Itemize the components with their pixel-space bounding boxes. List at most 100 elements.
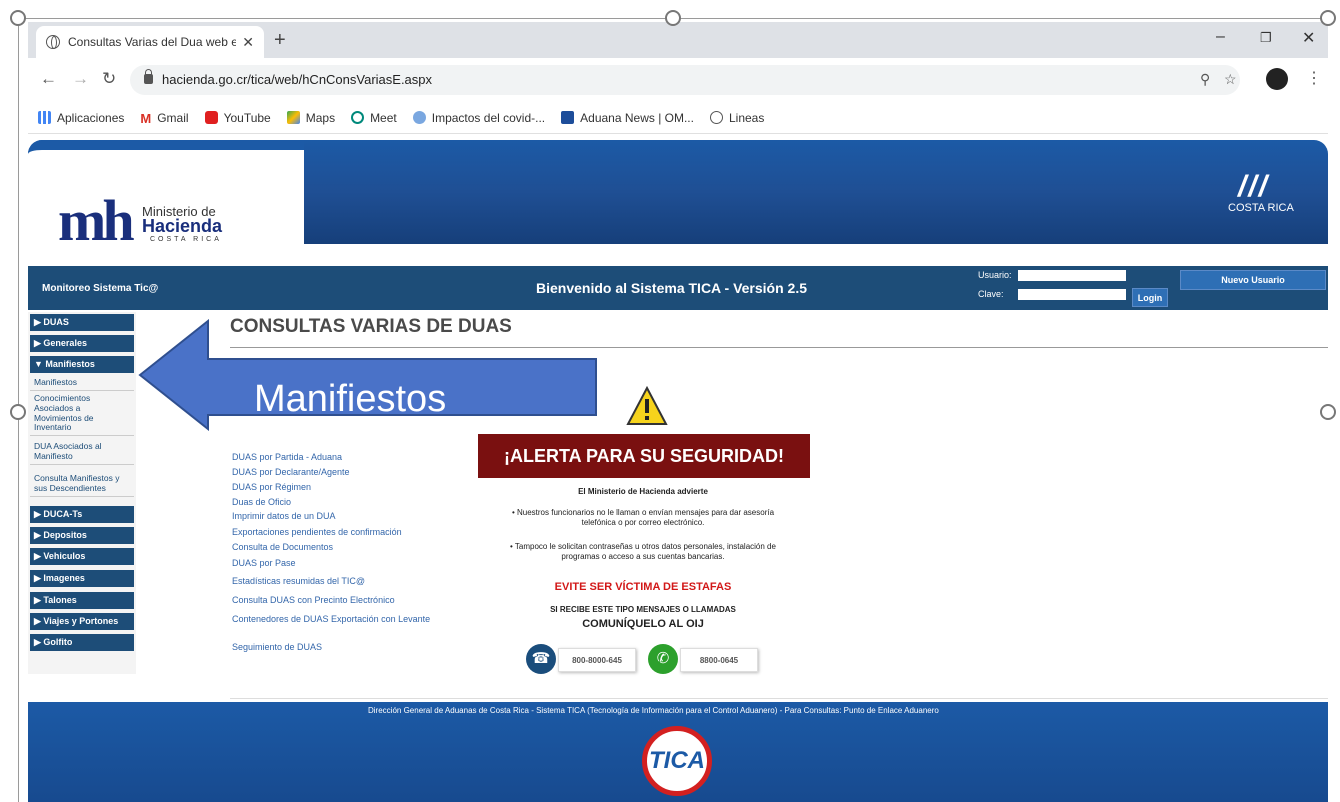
lock-icon bbox=[144, 69, 153, 84]
sidebar-item-generales[interactable]: ▶ Generales bbox=[30, 335, 134, 352]
warning-icon bbox=[626, 386, 668, 425]
apps-icon bbox=[38, 111, 51, 124]
alert-line-1: El Ministerio de Hacienda advierte bbox=[578, 487, 708, 496]
bookmark-lineas[interactable]: Lineas bbox=[709, 111, 764, 125]
clave-input[interactable] bbox=[1018, 289, 1126, 300]
maps-icon bbox=[286, 111, 300, 124]
profile-avatar[interactable] bbox=[1266, 68, 1288, 90]
gmail-icon: M bbox=[140, 111, 152, 126]
sidebar-item-vehiculos[interactable]: ▶ Vehiculos bbox=[30, 548, 134, 565]
resize-handle-top-right[interactable] bbox=[1320, 10, 1336, 26]
tab-bar: Consultas Varias del Dua web ext ✕ + – ❐… bbox=[28, 22, 1328, 58]
web-page: mh Ministerio de Hacienda COSTA RICA ///… bbox=[28, 140, 1328, 802]
phone-icon: ☎ bbox=[526, 644, 556, 674]
usuario-input[interactable] bbox=[1018, 270, 1126, 281]
address-bar[interactable]: hacienda.go.cr/tica/web/hCnConsVariasE.a… bbox=[130, 65, 1240, 95]
link-contenedores-exportacion[interactable]: Contenedores de DUAS Exportación con Lev… bbox=[232, 614, 430, 624]
globe-icon bbox=[46, 35, 60, 49]
bookmarks-bar: Aplicaciones M Gmail YouTube Maps Meet Im… bbox=[28, 102, 1328, 134]
reload-icon[interactable]: ↻ bbox=[102, 69, 116, 89]
sidebar-subitem-dua-asociados[interactable]: DUA Asociados al Manifiesto bbox=[30, 440, 134, 465]
impactos-icon bbox=[412, 111, 426, 124]
minimize-icon[interactable]: – bbox=[1216, 28, 1225, 46]
security-alert-banner: ¡ALERTA PARA SU SEGURIDAD! bbox=[478, 434, 810, 478]
resize-handle-middle-left[interactable] bbox=[10, 404, 26, 420]
link-estadisticas-resumidas[interactable]: Estadísticas resumidas del TIC@ bbox=[232, 576, 365, 586]
monitoreo-link[interactable]: Monitoreo Sistema Tic@ bbox=[42, 283, 158, 294]
url-text: hacienda.go.cr/tica/web/hCnConsVariasE.a… bbox=[162, 72, 433, 87]
menu-icon[interactable]: ⋮ bbox=[1306, 68, 1322, 88]
logo-line-3: COSTA RICA bbox=[150, 236, 222, 243]
globe-icon bbox=[709, 111, 723, 124]
browser-toolbar: ← → ↻ hacienda.go.cr/tica/web/hCnConsVar… bbox=[28, 58, 1328, 102]
sidebar-item-duas[interactable]: ▶ DUAS bbox=[30, 314, 134, 331]
sidebar-item-duca-ts[interactable]: ▶ DUCA-Ts bbox=[30, 506, 134, 523]
sidebar-item-depositos[interactable]: ▶ Depositos bbox=[30, 527, 134, 544]
bookmark-youtube[interactable]: YouTube bbox=[204, 111, 271, 125]
logo-line-2: Hacienda bbox=[142, 216, 223, 236]
alert-line-4: EVITE SER VÍCTIMA DE ESTAFAS bbox=[554, 581, 732, 593]
link-consulta-documentos[interactable]: Consulta de Documentos bbox=[232, 542, 333, 552]
link-duas-por-pase[interactable]: DUAS por Pase bbox=[232, 558, 296, 568]
annotation-label: Manifiestos bbox=[254, 378, 447, 420]
sidebar-subitem-consulta-manifiestos[interactable]: Consulta Manifiestos y sus Descendientes bbox=[30, 472, 134, 497]
resize-handle-middle-right[interactable] bbox=[1320, 404, 1336, 420]
sidebar-item-talones[interactable]: ▶ Talones bbox=[30, 592, 134, 609]
phone-number-1: 800-8000-645 bbox=[558, 648, 636, 672]
bookmark-gmail[interactable]: M Gmail bbox=[140, 111, 188, 127]
browser-tab[interactable]: Consultas Varias del Dua web ext ✕ bbox=[36, 26, 264, 58]
sidebar-subitem-conocimientos[interactable]: Conocimientos Asociados a Movimientos de… bbox=[30, 392, 134, 437]
alert-line-5: SI RECIBE ESTE TIPO MENSAJES O LLAMADAS bbox=[550, 605, 736, 614]
meet-icon bbox=[351, 111, 365, 124]
alert-line-2: • Nuestros funcionarios no le llaman o e… bbox=[511, 508, 775, 528]
sidebar-item-manifiestos[interactable]: ▼ Manifiestos bbox=[30, 356, 134, 373]
link-duas-de-oficio[interactable]: Duas de Oficio bbox=[232, 497, 291, 507]
login-button[interactable]: Login bbox=[1132, 288, 1168, 307]
alert-line-3: • Tampoco le solicitan contraseñas u otr… bbox=[510, 542, 776, 562]
link-seguimiento-duas[interactable]: Seguimiento de DUAS bbox=[232, 642, 322, 652]
alert-line-6: COMUNÍQUELO AL OIJ bbox=[582, 618, 704, 630]
sidebar-item-golfito[interactable]: ▶ Golfito bbox=[30, 634, 134, 651]
usuario-label: Usuario: bbox=[978, 270, 1012, 280]
new-user-button[interactable]: Nuevo Usuario bbox=[1180, 270, 1326, 290]
link-exportaciones-pendientes[interactable]: Exportaciones pendientes de confirmación bbox=[232, 527, 402, 537]
bookmark-meet[interactable]: Meet bbox=[351, 111, 397, 125]
link-imprimir-datos[interactable]: Imprimir datos de un DUA bbox=[232, 511, 336, 521]
zoom-icon[interactable]: ⚲ bbox=[1200, 71, 1210, 88]
sidebar-subitem-manifiestos[interactable]: Manifiestos bbox=[30, 376, 134, 391]
clave-label: Clave: bbox=[978, 289, 1004, 299]
star-icon[interactable]: ☆ bbox=[1224, 71, 1237, 88]
new-tab-icon[interactable]: + bbox=[274, 29, 286, 52]
aduana-news-icon bbox=[561, 111, 575, 124]
resize-handle-top-center[interactable] bbox=[665, 10, 681, 26]
link-duas-por-regimen[interactable]: DUAS por Régimen bbox=[232, 482, 311, 492]
welcome-title: Bienvenido al Sistema TICA - Versión 2.5 bbox=[536, 280, 808, 296]
bookmark-aduana-news[interactable]: Aduana News | OM... bbox=[561, 111, 694, 125]
sidebar-item-imagenes[interactable]: ▶ Imagenes bbox=[30, 570, 134, 587]
whatsapp-phone-icon: ✆ bbox=[648, 644, 678, 674]
bookmark-impactos[interactable]: Impactos del covid-... bbox=[412, 111, 545, 125]
site-header: mh Ministerio de Hacienda COSTA RICA ///… bbox=[28, 140, 1328, 250]
content-divider bbox=[230, 698, 1328, 699]
phone-number-2: 8800-0645 bbox=[680, 648, 758, 672]
costa-rica-logo-text: COSTA RICA bbox=[1228, 202, 1294, 214]
bookmark-aplicaciones[interactable]: Aplicaciones bbox=[38, 111, 124, 125]
tica-logo: TICA bbox=[642, 726, 712, 796]
tab-title: Consultas Varias del Dua web ext bbox=[68, 35, 237, 49]
back-icon[interactable]: ← bbox=[40, 69, 57, 89]
close-window-icon[interactable]: ✕ bbox=[1302, 28, 1315, 48]
close-tab-icon[interactable]: ✕ bbox=[242, 34, 254, 51]
site-footer: Dirección General de Aduanas de Costa Ri… bbox=[28, 702, 1328, 802]
sidebar-item-viajes-portones[interactable]: ▶ Viajes y Portones bbox=[30, 613, 134, 630]
screenshot-stage: Consultas Varias del Dua web ext ✕ + – ❐… bbox=[0, 0, 1340, 802]
restore-icon[interactable]: ❐ bbox=[1260, 30, 1272, 46]
sidebar-menu: ▶ DUAS ▶ Generales ▼ Manifiestos Manifie… bbox=[28, 312, 136, 674]
footer-text: Dirección General de Aduanas de Costa Ri… bbox=[368, 706, 939, 715]
bookmark-maps[interactable]: Maps bbox=[286, 111, 335, 125]
link-duas-por-partida[interactable]: DUAS por Partida - Aduana bbox=[232, 452, 342, 462]
link-duas-por-declarante[interactable]: DUAS por Declarante/Agente bbox=[232, 467, 350, 477]
link-precinto-electronico[interactable]: Consulta DUAS con Precinto Electrónico bbox=[232, 595, 395, 605]
forward-icon[interactable]: → bbox=[72, 69, 89, 89]
resize-handle-top-left[interactable] bbox=[10, 10, 26, 26]
hacienda-logo: mh bbox=[58, 188, 135, 253]
